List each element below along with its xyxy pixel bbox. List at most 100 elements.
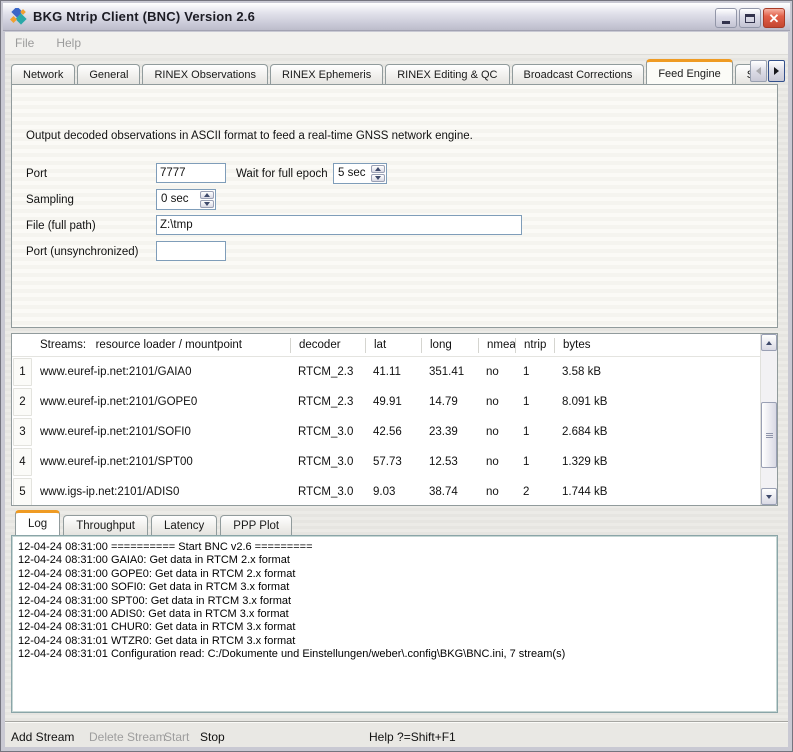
tab-ppp-plot[interactable]: PPP Plot [220, 515, 292, 535]
menu-file[interactable]: File [15, 36, 34, 50]
spin-down-button[interactable] [371, 174, 385, 182]
minimize-icon [722, 21, 730, 24]
scroll-up-button[interactable] [761, 334, 777, 351]
cell-mountpoint: www.igs-ip.net:2101/ADIS0 [32, 486, 290, 498]
delete-stream-button: Delete Stream [89, 730, 166, 744]
cell-long: 14.79 [421, 396, 478, 408]
bottom-action-bar: Add Stream Delete Stream Start Stop Help… [5, 721, 788, 747]
cell-bytes: 3.58 kB [554, 366, 760, 378]
tab-rinex-ephemeris[interactable]: RINEX Ephemeris [270, 64, 383, 85]
start-button: Start [164, 730, 189, 744]
spin-up-button[interactable] [200, 191, 214, 199]
scroll-down-icon [766, 495, 772, 499]
cell-long: 12.53 [421, 456, 478, 468]
tab-scroll-right-button[interactable] [768, 60, 785, 82]
stop-button[interactable]: Stop [200, 730, 225, 744]
cell-bytes: 1.744 kB [554, 486, 760, 498]
cell-bytes: 2.684 kB [554, 426, 760, 438]
tab-rinex-observations[interactable]: RINEX Observations [142, 64, 267, 85]
scroll-down-button[interactable] [761, 488, 777, 505]
col-header-lat[interactable]: lat [365, 338, 421, 353]
tab-network[interactable]: Network [11, 64, 75, 85]
port-input[interactable] [156, 163, 226, 183]
col-header-long[interactable]: long [421, 338, 478, 353]
cell-nmea: no [478, 426, 515, 438]
app-window: BKG Ntrip Client (BNC) Version 2.6 ✕ Fil… [0, 0, 793, 752]
log-line: 12-04-24 08:31:01 Configuration read: C:… [18, 648, 777, 661]
log-output: 12-04-24 08:31:00 ========== Start BNC v… [11, 535, 778, 713]
row-number: 1 [13, 358, 32, 386]
tab-throughput[interactable]: Throughput [63, 515, 148, 535]
col-header-mountpoint[interactable]: Streams: resource loader / mountpoint [32, 338, 290, 353]
scrollbar-thumb[interactable] [761, 402, 777, 468]
tab-log[interactable]: Log [15, 510, 60, 535]
col-header-ntrip[interactable]: ntrip [515, 338, 554, 353]
client-area: Network General RINEX Observations RINEX… [5, 55, 788, 747]
cell-lat: 57.73 [365, 456, 421, 468]
tab-broadcast-corrections[interactable]: Broadcast Corrections [512, 64, 645, 85]
tab-general[interactable]: General [77, 64, 140, 85]
corner-cell [12, 334, 32, 356]
spin-down-icon [204, 202, 210, 206]
port-unsynchronized-label: Port (unsynchronized) [26, 242, 139, 262]
tab-latency[interactable]: Latency [151, 515, 217, 535]
tab-rinex-editing-qc[interactable]: RINEX Editing & QC [385, 64, 509, 85]
log-line: 12-04-24 08:31:01 CHUR0: Get data in RTC… [18, 621, 777, 634]
log-line: 12-04-24 08:31:00 ========== Start BNC v… [18, 541, 777, 554]
cell-ntrip: 1 [515, 396, 554, 408]
cell-mountpoint: www.euref-ip.net:2101/SPT00 [32, 456, 290, 468]
row-number: 3 [13, 418, 32, 446]
log-line: 12-04-24 08:31:00 GOPE0: Get data in RTC… [18, 568, 777, 581]
feed-engine-page: Output decoded observations in ASCII for… [11, 84, 778, 328]
file-full-path-input[interactable] [156, 215, 522, 235]
row-number: 2 [13, 388, 32, 416]
minimize-button[interactable] [715, 8, 737, 28]
log-line: 12-04-24 08:31:01 WTZR0: Get data in RTC… [18, 635, 777, 648]
cell-long: 38.74 [421, 486, 478, 498]
cell-decoder: RTCM_2.3 [290, 396, 365, 408]
col-header-decoder[interactable]: decoder [290, 338, 365, 353]
table-row[interactable]: 1 www.euref-ip.net:2101/GAIA0 RTCM_2.3 4… [12, 357, 760, 387]
cell-decoder: RTCM_3.0 [290, 486, 365, 498]
spin-up-button[interactable] [371, 165, 385, 173]
log-tab-strip: Log Throughput Latency PPP Plot [15, 509, 295, 535]
col-header-bytes[interactable]: bytes [554, 338, 760, 353]
title-bar: BKG Ntrip Client (BNC) Version 2.6 ✕ [3, 3, 790, 31]
cell-lat: 41.11 [365, 366, 421, 378]
cell-nmea: no [478, 366, 515, 378]
table-scrollbar[interactable] [760, 334, 777, 505]
port-unsynchronized-input[interactable] [156, 241, 226, 261]
log-line: 12-04-24 08:31:00 ADIS0: Get data in RTC… [18, 608, 777, 621]
add-stream-button[interactable]: Add Stream [11, 730, 74, 744]
tab-scroll-arrows [749, 60, 785, 82]
close-button[interactable]: ✕ [763, 8, 785, 28]
wait-for-full-epoch-spinner[interactable]: 5 sec [333, 163, 387, 184]
cell-lat: 9.03 [365, 486, 421, 498]
menu-help[interactable]: Help [56, 36, 81, 50]
table-row[interactable]: 4 www.euref-ip.net:2101/SPT00 RTCM_3.0 5… [12, 447, 760, 477]
cell-long: 23.39 [421, 426, 478, 438]
row-number: 4 [13, 448, 32, 476]
cell-decoder: RTCM_3.0 [290, 456, 365, 468]
maximize-icon [745, 14, 755, 23]
cell-lat: 49.91 [365, 396, 421, 408]
spin-down-button[interactable] [200, 200, 214, 208]
table-row[interactable]: 5 www.igs-ip.net:2101/ADIS0 RTCM_3.0 9.0… [12, 477, 760, 505]
spin-down-icon [375, 176, 381, 180]
streams-table-body: Streams: resource loader / mountpoint de… [12, 334, 760, 505]
log-line: 12-04-24 08:31:00 SPT00: Get data in RTC… [18, 595, 777, 608]
col-header-nmea[interactable]: nmea [478, 338, 515, 353]
maximize-button[interactable] [739, 8, 761, 28]
cell-nmea: no [478, 486, 515, 498]
menu-bar: File Help [5, 32, 788, 55]
cell-bytes: 8.091 kB [554, 396, 760, 408]
sampling-spinner[interactable]: 0 sec [156, 189, 216, 210]
tab-feed-engine[interactable]: Feed Engine [646, 59, 732, 85]
row-number: 5 [13, 478, 32, 505]
table-row[interactable]: 2 www.euref-ip.net:2101/GOPE0 RTCM_2.3 4… [12, 387, 760, 417]
cell-ntrip: 1 [515, 426, 554, 438]
cell-decoder: RTCM_2.3 [290, 366, 365, 378]
table-row[interactable]: 3 www.euref-ip.net:2101/SOFI0 RTCM_3.0 4… [12, 417, 760, 447]
log-line: 12-04-24 08:31:00 SOFI0: Get data in RTC… [18, 581, 777, 594]
help-shortcut-label[interactable]: Help ?=Shift+F1 [369, 730, 456, 744]
